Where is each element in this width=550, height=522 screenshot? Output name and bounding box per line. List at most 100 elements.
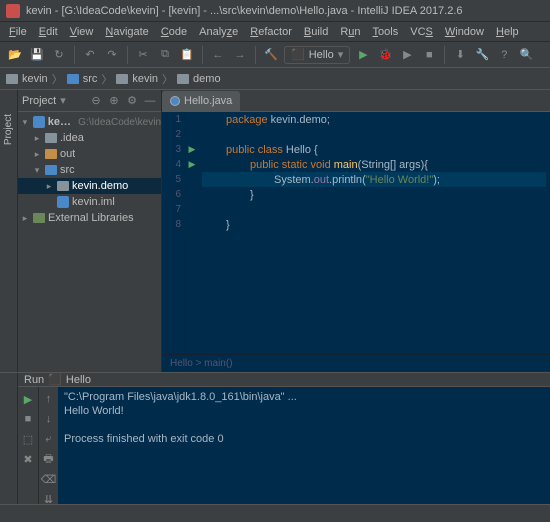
line-number: 4 — [162, 157, 185, 172]
tree-package[interactable]: ▸ kevin.demo — [18, 178, 161, 194]
locate-icon[interactable]: ⊕ — [107, 94, 121, 108]
run-tools-primary: ▶ ■ ⬚ ✖ — [18, 387, 38, 507]
rerun-icon[interactable]: ▶ — [20, 391, 36, 407]
sync-icon[interactable]: ↻ — [50, 46, 68, 64]
expand-arrow-icon[interactable]: ▾ — [20, 117, 30, 128]
code-area[interactable]: package kevin.demo; public class Hello {… — [198, 112, 550, 354]
console-line: Hello World! — [64, 405, 544, 419]
tree-root[interactable]: ▾ kevin G:\IdeaCode\kevin — [18, 114, 161, 130]
folder-icon — [177, 74, 189, 84]
menu-help[interactable]: Help — [491, 25, 524, 39]
line-number: 3 — [162, 142, 185, 157]
tree-path: G:\IdeaCode\kevin — [78, 117, 161, 128]
run-config-select[interactable]: ⬛Hello▾ — [284, 46, 350, 64]
run-panel: Run ⬛ Hello ▶ ■ ⬚ ✖ ↑ ↓ ⤶ 🖶 ⌫ ⇊ "C:\Prog… — [0, 372, 550, 504]
menu-tools[interactable]: Tools — [368, 25, 404, 39]
save-icon[interactable]: 💾 — [28, 46, 46, 64]
editor-breadcrumb[interactable]: Hello > main() — [162, 354, 550, 372]
editor-body[interactable]: 1 2 3 4 5 6 7 8 ▶ ▶ package kevin.demo; … — [162, 112, 550, 354]
menu-refactor[interactable]: Refactor — [245, 25, 297, 39]
editor-tab[interactable]: Hello.java — [162, 91, 240, 111]
up-icon[interactable]: ↑ — [41, 391, 57, 407]
hide-icon[interactable]: ― — [143, 94, 157, 108]
line-number: 1 — [162, 112, 185, 127]
print-icon[interactable]: 🖶 — [41, 451, 57, 467]
dump-icon[interactable]: ⬚ — [20, 431, 36, 447]
clear-icon[interactable]: ⌫ — [41, 471, 57, 487]
separator — [444, 46, 445, 64]
stop-icon[interactable]: ■ — [420, 46, 438, 64]
tree-idea[interactable]: ▸ .idea — [18, 130, 161, 146]
down-icon[interactable]: ↓ — [41, 411, 57, 427]
expand-arrow-icon[interactable]: ▾ — [32, 165, 42, 176]
redo-icon[interactable]: ↷ — [103, 46, 121, 64]
run-tools-secondary: ↑ ↓ ⤶ 🖶 ⌫ ⇊ — [38, 387, 58, 507]
open-icon[interactable]: 📂 — [6, 46, 24, 64]
expand-arrow-icon[interactable]: ▸ — [20, 213, 30, 224]
tree-label: out — [60, 148, 75, 160]
chevron-right-icon: 〉 — [101, 71, 112, 87]
tree-label: src — [60, 164, 75, 176]
tree-external-libs[interactable]: ▸ External Libraries — [18, 210, 161, 226]
menu-vcs[interactable]: VCS — [405, 25, 438, 39]
run-class-icon[interactable]: ▶ — [186, 142, 198, 157]
menu-code[interactable]: Code — [156, 25, 192, 39]
expand-arrow-icon[interactable]: ▸ — [44, 181, 54, 192]
settings-icon[interactable]: 🔧 — [473, 46, 491, 64]
tree-src[interactable]: ▾ src — [18, 162, 161, 178]
collapse-icon[interactable]: ⊖ — [89, 94, 103, 108]
menu-file[interactable]: File — [4, 25, 32, 39]
run-tab-label[interactable]: Run — [24, 374, 44, 386]
help-icon[interactable]: ? — [495, 46, 513, 64]
undo-icon[interactable]: ↶ — [81, 46, 99, 64]
tree-iml[interactable]: kevin.iml — [18, 194, 161, 210]
project-tree: ▾ kevin G:\IdeaCode\kevin ▸ .idea ▸ out … — [18, 112, 161, 372]
project-tool-label[interactable]: Project — [3, 110, 14, 149]
menu-window[interactable]: Window — [440, 25, 489, 39]
folder-icon — [67, 74, 79, 84]
crumb-src[interactable]: src — [83, 73, 98, 85]
tree-label: kevin.demo — [72, 180, 128, 192]
menu-edit[interactable]: Edit — [34, 25, 63, 39]
debug-icon[interactable]: 🐞 — [376, 46, 394, 64]
run-main-icon[interactable]: ▶ — [186, 157, 198, 172]
structure-icon[interactable]: ⬇ — [451, 46, 469, 64]
library-icon — [33, 213, 45, 223]
menu-view[interactable]: View — [65, 25, 99, 39]
menu-build[interactable]: Build — [299, 25, 333, 39]
copy-icon[interactable]: ⧉ — [156, 46, 174, 64]
window-title: kevin - [G:\IdeaCode\kevin] - [kevin] - … — [26, 5, 463, 17]
build-icon[interactable]: 🔨 — [262, 46, 280, 64]
wrap-icon[interactable]: ⤶ — [41, 431, 57, 447]
folder-icon — [116, 74, 128, 84]
run-header: Run ⬛ Hello — [18, 373, 550, 387]
separator — [127, 46, 128, 64]
cut-icon[interactable]: ✂ — [134, 46, 152, 64]
coverage-icon[interactable]: ▶ — [398, 46, 416, 64]
tab-label: Hello.java — [184, 95, 232, 107]
line-number: 2 — [162, 127, 185, 142]
crumb-root[interactable]: kevin — [22, 73, 48, 85]
exit-icon[interactable]: ✖ — [20, 451, 36, 467]
folder-icon — [45, 133, 57, 143]
line-number: 7 — [162, 202, 185, 217]
back-icon[interactable]: ← — [209, 46, 227, 64]
run-icon[interactable]: ▶ — [354, 46, 372, 64]
menu-run[interactable]: Run — [335, 25, 365, 39]
line-number: 8 — [162, 217, 185, 232]
menu-navigate[interactable]: Navigate — [100, 25, 153, 39]
crumb-pkg2[interactable]: demo — [193, 73, 221, 85]
tree-out[interactable]: ▸ out — [18, 146, 161, 162]
stop-icon[interactable]: ■ — [20, 411, 36, 427]
gear-icon[interactable]: ⚙ — [125, 94, 139, 108]
expand-arrow-icon[interactable]: ▸ — [32, 149, 42, 160]
forward-icon[interactable]: → — [231, 46, 249, 64]
crumb-pkg1[interactable]: kevin — [132, 73, 158, 85]
paste-icon[interactable]: 📋 — [178, 46, 196, 64]
menu-analyze[interactable]: Analyze — [194, 25, 243, 39]
search-icon[interactable]: 🔍 — [517, 46, 535, 64]
separator — [74, 46, 75, 64]
tree-label: kevin.iml — [72, 196, 115, 208]
expand-arrow-icon[interactable]: ▸ — [32, 133, 42, 144]
console-output[interactable]: "C:\Program Files\java\jdk1.8.0_161\bin\… — [58, 387, 550, 507]
